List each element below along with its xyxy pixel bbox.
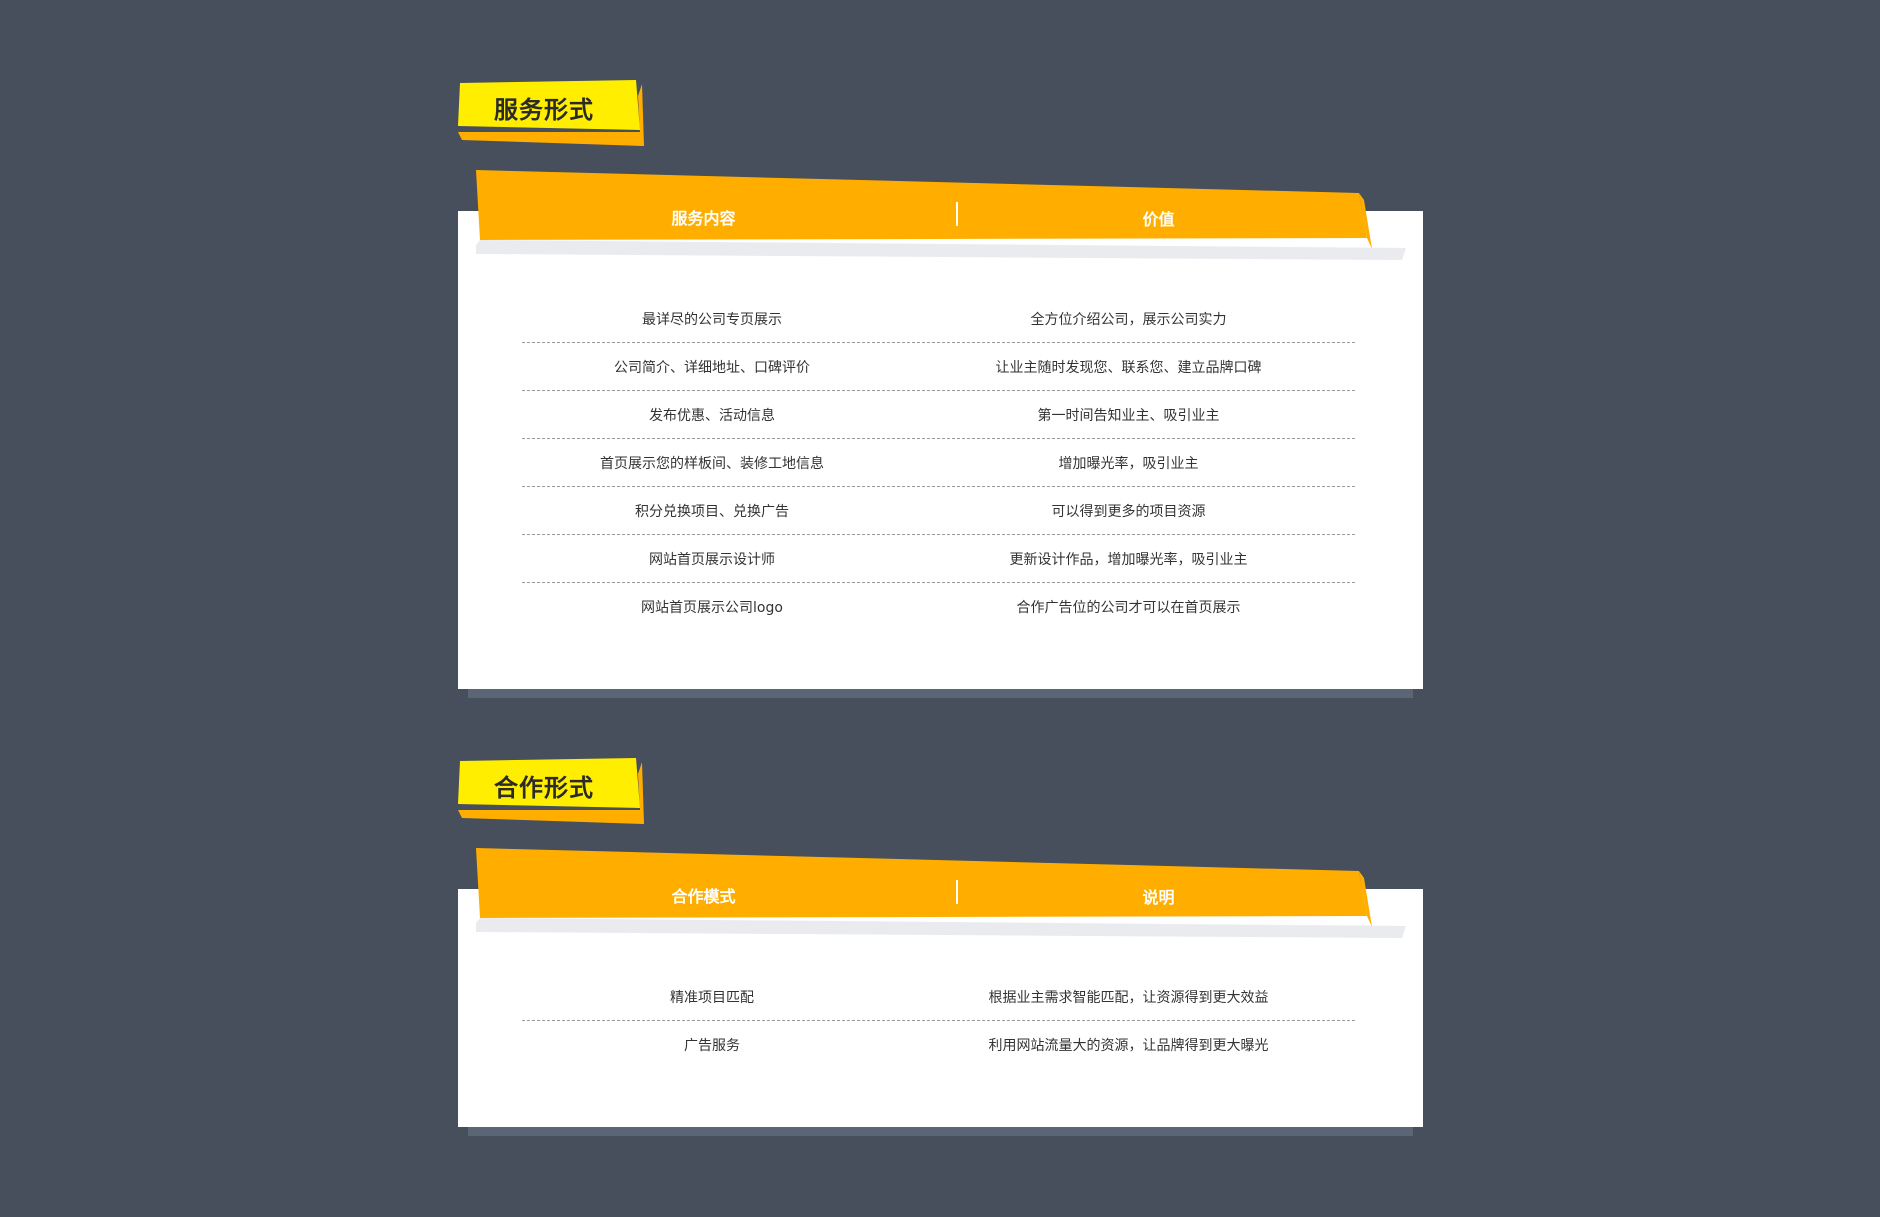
service-label-badge: 服务形式 [458,80,648,148]
table-row: 公司简介、详细地址、口碑评价 让业主随时发现您、联系您、建立品牌口碑 [522,343,1355,391]
row-value: 第一时间告知业主、吸引业主 [1037,407,1220,424]
row-value: 根据业主需求智能匹配，让资源得到更大效益 [988,989,1269,1006]
cooperation-rows: 精准项目匹配 根据业主需求智能匹配，让资源得到更大效益 广告服务 利用网站流量大… [522,973,1355,1068]
header-service-content: 服务内容 [671,209,736,228]
header-cooperation-desc: 说明 [1142,888,1175,907]
row-content: 首页展示您的样板间、装修工地信息 [600,455,824,472]
row-value: 全方位介绍公司，展示公司实力 [1030,311,1227,328]
table-row: 最详尽的公司专页展示 全方位介绍公司，展示公司实力 [522,295,1355,343]
header-service-value: 价值 [1142,210,1175,229]
table-row: 网站首页展示设计师 更新设计作品，增加曝光率，吸引业主 [522,535,1355,583]
service-rows: 最详尽的公司专页展示 全方位介绍公司，展示公司实力 公司简介、详细地址、口碑评价… [522,295,1355,630]
row-content: 网站首页展示公司logo [641,599,783,616]
row-value: 更新设计作品，增加曝光率，吸引业主 [1009,551,1248,568]
row-content: 积分兑换项目、兑换广告 [635,503,789,520]
row-content: 精准项目匹配 [670,989,754,1006]
row-value: 可以得到更多的项目资源 [1051,503,1206,520]
service-section: 服务形式 服务内容 价值 最详尽的公司专页展示 全方位介绍公司，展示公司实力 公… [458,80,1423,700]
row-value: 增加曝光率，吸引业主 [1058,455,1199,472]
row-content: 广告服务 [684,1037,740,1054]
row-content: 发布优惠、活动信息 [649,407,775,424]
row-content: 公司简介、详细地址、口碑评价 [614,359,810,376]
table-row: 网站首页展示公司logo 合作广告位的公司才可以在首页展示 [522,583,1355,630]
row-value: 合作广告位的公司才可以在首页展示 [1016,599,1241,616]
header-cooperation-mode: 合作模式 [671,887,736,906]
cooperation-label-text: 合作形式 [494,774,594,802]
table-row: 精准项目匹配 根据业主需求智能匹配，让资源得到更大效益 [522,973,1355,1021]
service-header-band: 服务内容 价值 [476,170,1416,260]
cooperation-header-band: 合作模式 说明 [476,848,1416,938]
table-row: 积分兑换项目、兑换广告 可以得到更多的项目资源 [522,487,1355,535]
row-value: 利用网站流量大的资源，让品牌得到更大曝光 [988,1037,1269,1054]
row-value: 让业主随时发现您、联系您、建立品牌口碑 [995,359,1262,376]
service-card-shadow [468,689,1413,698]
cooperation-section: 合作形式 合作模式 说明 精准项目匹配 根据业主需求智能匹配，让资源得到更大效益… [458,758,1423,1138]
table-row: 发布优惠、活动信息 第一时间告知业主、吸引业主 [522,391,1355,439]
table-row: 广告服务 利用网站流量大的资源，让品牌得到更大曝光 [522,1021,1355,1068]
row-content: 网站首页展示设计师 [649,551,775,568]
table-row: 首页展示您的样板间、装修工地信息 增加曝光率，吸引业主 [522,439,1355,487]
cooperation-label-badge: 合作形式 [458,758,648,826]
row-content: 最详尽的公司专页展示 [642,311,782,328]
cooperation-card-shadow [468,1127,1413,1136]
service-label-text: 服务形式 [494,96,594,124]
